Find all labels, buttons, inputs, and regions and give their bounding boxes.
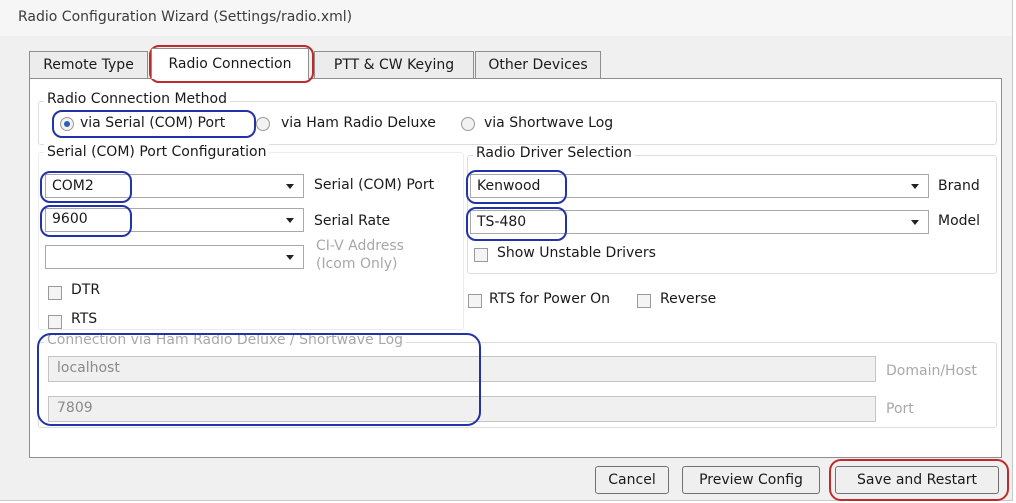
brand-label: Brand bbox=[938, 178, 980, 194]
rts-label: RTS bbox=[71, 311, 98, 327]
serial-radio[interactable] bbox=[60, 117, 74, 131]
rts-checkbox[interactable] bbox=[48, 315, 62, 329]
tab-remote-type[interactable]: Remote Type bbox=[29, 51, 148, 78]
chevron-down-icon bbox=[911, 220, 919, 225]
model-label: Model bbox=[938, 213, 981, 229]
serial-rate-select[interactable]: 9600 bbox=[45, 208, 304, 232]
reverse-label: Reverse bbox=[660, 291, 717, 307]
title-bar: Radio Configuration Wizard (Settings/rad… bbox=[0, 0, 1012, 36]
tab-radio-connection[interactable]: Radio Connection bbox=[151, 48, 309, 79]
preview-config-button[interactable]: Preview Config bbox=[682, 466, 820, 494]
civ-address-sublabel: (Icom Only) bbox=[316, 256, 398, 272]
chevron-down-icon bbox=[286, 218, 294, 223]
host-value: localhost bbox=[57, 360, 120, 376]
save-restart-button[interactable]: Save and Restart bbox=[835, 466, 999, 494]
serial-rate-value: 9600 bbox=[52, 211, 88, 227]
unstable-drivers-checkbox[interactable] bbox=[474, 248, 488, 262]
shortwave-radio-label[interactable]: via Shortwave Log bbox=[484, 114, 613, 132]
model-value: TS-480 bbox=[477, 214, 527, 230]
reverse-checkbox[interactable] bbox=[637, 294, 651, 308]
host-input[interactable]: localhost bbox=[48, 356, 876, 382]
port-label: Port bbox=[886, 401, 914, 417]
hrd-radio[interactable] bbox=[256, 117, 270, 131]
civ-address-label: CI-V Address bbox=[316, 238, 404, 254]
com-port-select[interactable]: COM2 bbox=[45, 174, 304, 198]
host-label: Domain/Host bbox=[886, 363, 977, 379]
serial-rate-label: Serial Rate bbox=[314, 213, 391, 229]
shortwave-radio[interactable] bbox=[461, 117, 475, 131]
wizard-window: Radio Configuration Wizard (Settings/rad… bbox=[0, 0, 1013, 501]
serial-config-label: Serial (COM) Port Configuration bbox=[44, 144, 270, 160]
tab-other-devices[interactable]: Other Devices bbox=[475, 51, 601, 78]
serial-radio-label[interactable]: via Serial (COM) Port bbox=[80, 114, 225, 132]
port-value: 7809 bbox=[57, 400, 93, 416]
dtr-label: DTR bbox=[71, 282, 101, 298]
dtr-checkbox[interactable] bbox=[48, 286, 62, 300]
hrd-radio-label[interactable]: via Ham Radio Deluxe bbox=[281, 114, 436, 132]
com-port-value: COM2 bbox=[52, 178, 94, 194]
hrd-connection-label: Connection via Ham Radio Deluxe / Shortw… bbox=[44, 332, 407, 348]
brand-select[interactable]: Kenwood bbox=[470, 174, 929, 198]
brand-value: Kenwood bbox=[477, 178, 541, 194]
tab-ptt-cw-keying[interactable]: PTT & CW Keying bbox=[314, 51, 474, 78]
chevron-down-icon bbox=[286, 255, 294, 260]
civ-address-select[interactable] bbox=[45, 245, 304, 269]
chevron-down-icon bbox=[286, 184, 294, 189]
rts-power-checkbox[interactable] bbox=[468, 294, 482, 308]
model-select[interactable]: TS-480 bbox=[470, 210, 929, 234]
port-input[interactable]: 7809 bbox=[48, 396, 876, 422]
com-port-label: Serial (COM) Port bbox=[314, 177, 435, 193]
connection-method-label: Radio Connection Method bbox=[44, 91, 230, 107]
chevron-down-icon bbox=[911, 184, 919, 189]
driver-selection-label: Radio Driver Selection bbox=[473, 145, 635, 161]
cancel-button[interactable]: Cancel bbox=[595, 466, 669, 494]
unstable-drivers-label: Show Unstable Drivers bbox=[497, 245, 656, 261]
rts-power-label: RTS for Power On bbox=[489, 291, 610, 307]
window-title: Radio Configuration Wizard (Settings/rad… bbox=[18, 9, 353, 25]
